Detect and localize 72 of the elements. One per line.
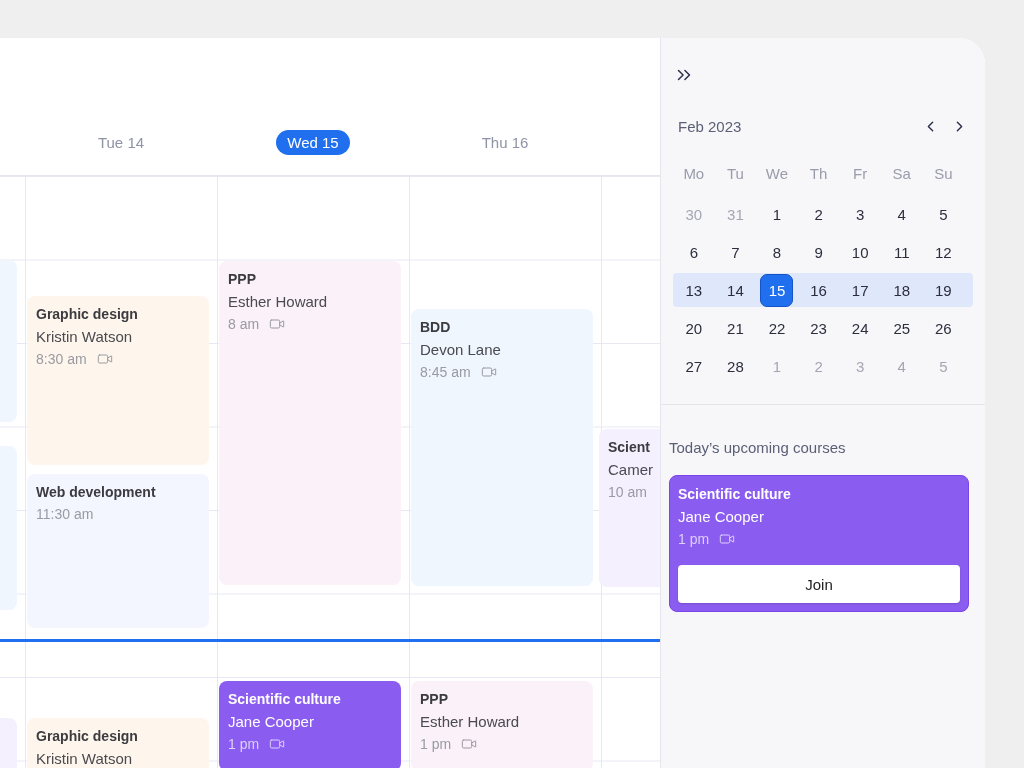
event-person: Kristin Watson bbox=[36, 328, 134, 345]
weekday-label: Fr bbox=[852, 164, 869, 184]
day-header[interactable]: Wed 15 bbox=[276, 130, 350, 155]
calendar-day[interactable]: 24 bbox=[843, 311, 877, 345]
calendar-day[interactable]: 6 bbox=[677, 235, 711, 269]
calendar-day[interactable]: 14 bbox=[718, 273, 752, 307]
event-card[interactable]: Scient Camer 10 am bbox=[599, 429, 660, 587]
event-card[interactable]: Graphic design Kristin Watson bbox=[27, 718, 209, 768]
weekday-label: Tu bbox=[725, 164, 745, 184]
calendar-day[interactable]: 18 bbox=[885, 273, 919, 307]
event-person: Kristin Watson bbox=[36, 750, 134, 767]
event-person: Jane Cooper bbox=[228, 713, 315, 730]
calendar-day[interactable]: 15 bbox=[760, 273, 794, 307]
calendar-day[interactable]: 21 bbox=[718, 311, 752, 345]
event-title: BDD bbox=[420, 319, 452, 335]
calendar-day[interactable]: 11 bbox=[885, 235, 919, 269]
calendar-day[interactable]: 10 bbox=[843, 235, 877, 269]
event-card[interactable]: Web development 11:30 am bbox=[27, 474, 209, 628]
event-person: Esther Howard bbox=[420, 713, 521, 730]
calendar-day[interactable]: 13 bbox=[677, 273, 711, 307]
event-person: Camer bbox=[608, 461, 654, 478]
calendar-day[interactable]: 22 bbox=[760, 311, 794, 345]
calendar-day[interactable]: 2 bbox=[802, 197, 836, 231]
event-card[interactable]: BDD Devon Lane 8:45 am bbox=[411, 309, 593, 586]
event-title: Graphic design bbox=[36, 306, 139, 322]
event-title: Scientific culture bbox=[228, 691, 342, 707]
event-title: Scient bbox=[608, 439, 651, 455]
event-time: 8:45 am bbox=[420, 364, 471, 380]
calendar-day[interactable]: 3 bbox=[843, 197, 877, 231]
event-card[interactable]: Graphic design Kristin Watson 8:30 am bbox=[27, 296, 209, 465]
weekday-label: Sa bbox=[891, 164, 912, 184]
calendar-day[interactable]: 1 bbox=[760, 197, 794, 231]
calendar-day[interactable]: 16 bbox=[802, 273, 836, 307]
event-time: 1 pm bbox=[228, 736, 260, 752]
event-title: Scientific culture bbox=[678, 486, 792, 502]
calendar-day[interactable]: 17 bbox=[843, 273, 877, 307]
join-button[interactable]: Join bbox=[678, 565, 960, 603]
calendar-day[interactable]: 12 bbox=[926, 235, 960, 269]
event-time: 11:30 am bbox=[36, 506, 94, 522]
calendar-day[interactable]: 23 bbox=[802, 311, 836, 345]
calendar-day[interactable]: 26 bbox=[926, 311, 960, 345]
calendar-day[interactable]: 27 bbox=[677, 349, 711, 383]
event-time: 1 pm bbox=[678, 531, 710, 547]
calendar-day[interactable]: 28 bbox=[718, 349, 752, 383]
event-person: Esther Howard bbox=[228, 293, 329, 310]
calendar-day[interactable]: 8 bbox=[760, 235, 794, 269]
weekday-label: We bbox=[764, 164, 790, 184]
calendar-day[interactable]: 20 bbox=[677, 311, 711, 345]
month-label: Feb 2023 bbox=[678, 118, 742, 135]
calendar-day[interactable]: 25 bbox=[885, 311, 919, 345]
event-card[interactable]: PPP Esther Howard 8 am bbox=[219, 261, 401, 585]
event-title: Web development bbox=[36, 484, 157, 500]
weekday-label: Mo bbox=[682, 164, 706, 184]
weekday-label: Su bbox=[933, 164, 954, 184]
calendar-day[interactable]: 19 bbox=[926, 273, 960, 307]
event-title: Graphic design bbox=[36, 728, 139, 744]
event-time: 8 am bbox=[228, 316, 260, 332]
section-title: Today’s upcoming courses bbox=[669, 439, 847, 456]
calendar-day[interactable]: 4 bbox=[885, 197, 919, 231]
event-person: Devon Lane bbox=[420, 341, 502, 358]
event-time: 8:30 am bbox=[36, 351, 87, 367]
calendar-day[interactable]: 7 bbox=[718, 235, 752, 269]
event-card[interactable]: Scientific culture Jane Cooper 1 pm bbox=[219, 681, 401, 768]
calendar-day[interactable]: 5 bbox=[926, 197, 960, 231]
calendar-day[interactable]: 9 bbox=[802, 235, 836, 269]
weekday-label: Th bbox=[808, 164, 829, 184]
event-time: 10 am bbox=[608, 484, 647, 500]
event-person: Jane Cooper bbox=[678, 508, 765, 525]
event-time: 1 pm bbox=[420, 736, 452, 752]
event-card[interactable]: PPP Esther Howard 1 pm bbox=[411, 681, 593, 768]
event-title: PPP bbox=[420, 691, 449, 707]
event-title: PPP bbox=[228, 271, 257, 287]
